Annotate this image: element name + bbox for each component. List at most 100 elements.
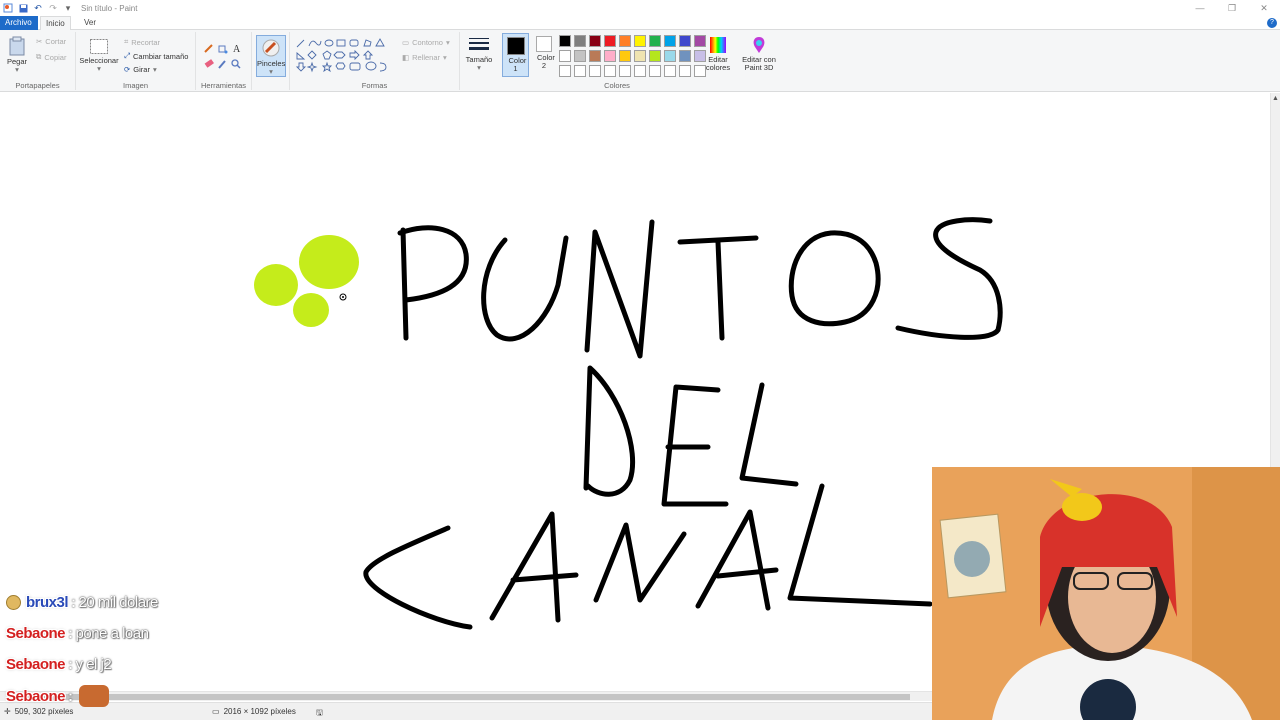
palette-swatch[interactable]	[649, 50, 661, 62]
color-palette[interactable]	[559, 35, 707, 78]
color-spectrum-icon	[710, 37, 726, 53]
color1-swatch	[506, 37, 525, 55]
paint3d-icon	[753, 37, 765, 53]
selection-rectangle-icon	[90, 39, 108, 54]
help-icon[interactable]: ?	[1267, 18, 1277, 28]
edit-colors-label: Editar colores	[705, 55, 731, 72]
palette-swatch[interactable]	[679, 65, 691, 77]
size-button[interactable]: Tamaño ▾	[462, 36, 496, 72]
palette-swatch[interactable]	[604, 65, 616, 77]
rotate-label: Girar	[133, 65, 150, 74]
color-picker-icon[interactable]	[218, 60, 226, 69]
close-button[interactable]: ✕	[1248, 0, 1280, 16]
tab-ver[interactable]: Ver	[79, 16, 101, 30]
fill-label: Rellenar	[412, 53, 441, 62]
cut-button[interactable]: ✂ Cortar	[36, 37, 66, 46]
rotate-icon: ⟳	[124, 65, 131, 74]
color2-swatch	[536, 36, 552, 52]
chat-separator: :	[71, 593, 76, 611]
cursor-position: ✛ 509, 302 píxeles	[4, 707, 73, 716]
chat-emote	[78, 685, 109, 707]
brushes-button[interactable]: Pinceles ▾	[256, 35, 286, 77]
eraser-icon[interactable]	[204, 59, 214, 68]
palette-swatch[interactable]	[604, 50, 616, 62]
magnifier-icon[interactable]	[231, 59, 241, 69]
line-width-icon	[469, 38, 489, 50]
save-icon[interactable]	[18, 3, 28, 13]
palette-swatch[interactable]	[619, 65, 631, 77]
shapes-group-label: Formas	[361, 81, 388, 90]
palette-swatch[interactable]	[634, 50, 646, 62]
green-dot-large	[299, 235, 359, 289]
tab-inicio[interactable]: Inicio	[40, 16, 71, 31]
palette-swatch[interactable]	[619, 50, 631, 62]
letter-l-1	[739, 382, 799, 487]
palette-swatch[interactable]	[559, 35, 571, 47]
scissors-icon: ✂	[36, 37, 43, 46]
select-button[interactable]: Seleccionar ▾	[79, 38, 119, 73]
image-group-label: Imagen	[122, 81, 149, 90]
palette-swatch[interactable]	[559, 50, 571, 62]
color1-label: Color 1	[508, 56, 527, 73]
paste-button[interactable]: Pegar ▾	[4, 36, 30, 74]
colors-group-label: Colores	[604, 81, 630, 90]
palette-swatch[interactable]	[634, 35, 646, 47]
maximize-button[interactable]: ❐	[1216, 0, 1248, 16]
svg-text:A: A	[233, 44, 241, 55]
palette-swatch[interactable]	[679, 35, 691, 47]
color2-button[interactable]: Color 2	[531, 36, 557, 70]
paint3d-label: Editar con Paint 3D	[742, 55, 776, 72]
chat-separator: :	[68, 655, 73, 673]
palette-swatch[interactable]	[619, 35, 631, 47]
palette-swatch[interactable]	[649, 65, 661, 77]
horizontal-scrollbar[interactable]	[0, 691, 932, 701]
crop-button[interactable]: ⌗ Recortar	[124, 37, 160, 47]
text-tool-icon[interactable]: A	[233, 44, 241, 55]
chat-message: Sebaone : y el j2	[6, 654, 112, 674]
chat-message-text: y el j2	[75, 655, 112, 673]
color1-button[interactable]: Color 1	[502, 33, 529, 77]
palette-swatch[interactable]	[559, 65, 571, 77]
shapes-gallery[interactable]	[294, 37, 394, 75]
palette-swatch[interactable]	[664, 50, 676, 62]
paint-app-icon	[3, 3, 13, 13]
rotate-button[interactable]: ⟳ Girar ▾	[124, 65, 157, 74]
chat-message-text: pone a loan	[75, 624, 149, 642]
pencil-icon[interactable]	[204, 44, 213, 53]
letter-a-1	[489, 511, 579, 623]
horizontal-scroll-thumb[interactable]	[10, 694, 910, 700]
palette-swatch[interactable]	[574, 65, 586, 77]
palette-swatch[interactable]	[634, 65, 646, 77]
fill-bucket-icon[interactable]	[218, 45, 228, 54]
palette-swatch[interactable]	[589, 35, 601, 47]
resize-label: Cambiar tamaño	[133, 51, 189, 61]
palette-swatch[interactable]	[664, 65, 676, 77]
scroll-up-icon[interactable]: ▲	[1272, 95, 1279, 102]
outline-dropdown[interactable]: ▭ Contorno ▾	[402, 38, 450, 47]
shapes-group: ▭ Contorno ▾ ◧ Rellenar ▾ Formas	[290, 32, 460, 90]
minimize-button[interactable]: —	[1184, 0, 1216, 16]
copy-button[interactable]: ⧉ Copiar	[36, 52, 66, 62]
palette-swatch[interactable]	[604, 35, 616, 47]
undo-icon[interactable]: ↶	[33, 3, 43, 13]
palette-swatch[interactable]	[664, 35, 676, 47]
clipboard-group: Pegar ▾ ✂ Cortar ⧉ Copiar Portapapeles	[0, 32, 76, 90]
fill-dropdown[interactable]: ◧ Rellenar ▾	[402, 53, 447, 62]
palette-swatch[interactable]	[679, 50, 691, 62]
palette-swatch[interactable]	[574, 35, 586, 47]
edit-colors-button[interactable]: Editar colores	[702, 36, 734, 72]
resize-button[interactable]: ⤢ Cambiar tamaño	[124, 51, 188, 61]
palette-swatch[interactable]	[589, 50, 601, 62]
chat-username: Sebaone	[6, 624, 66, 642]
palette-swatch[interactable]	[589, 65, 601, 77]
edit-paint3d-button[interactable]: Editar con Paint 3D	[738, 36, 780, 72]
letter-n-2	[593, 522, 687, 603]
customize-dropdown-icon[interactable]: ▾	[63, 3, 73, 13]
palette-swatch[interactable]	[574, 50, 586, 62]
palette-swatch[interactable]	[649, 35, 661, 47]
redo-icon[interactable]: ↷	[48, 3, 58, 13]
tab-archivo[interactable]: Archivo	[0, 16, 38, 30]
outline-label: Contorno	[412, 38, 443, 47]
letter-e	[661, 384, 729, 507]
tools-group: A Herramientas	[196, 32, 252, 90]
